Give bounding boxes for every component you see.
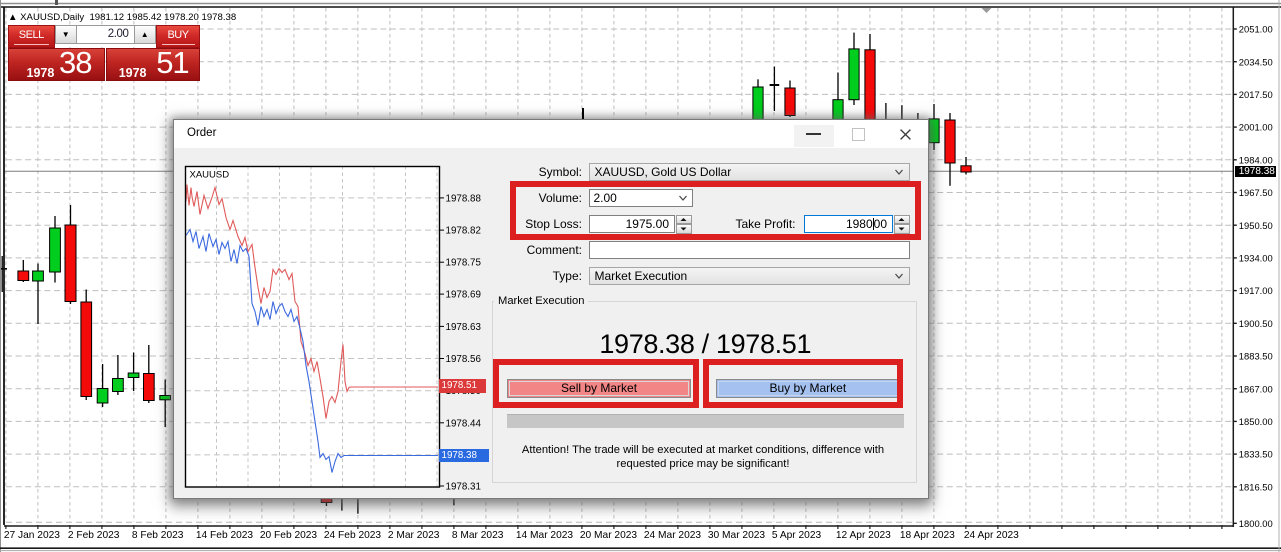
svg-text:1978.69: 1978.69 [446,289,481,300]
svg-text:12 Apr 2023: 12 Apr 2023 [836,530,891,541]
svg-text:8 Feb 2023: 8 Feb 2023 [132,530,184,541]
svg-text:1800.00: 1800.00 [1239,518,1273,529]
svg-text:14 Feb 2023: 14 Feb 2023 [196,530,254,541]
svg-text:1978.56: 1978.56 [446,354,482,365]
svg-text:24 Apr 2023: 24 Apr 2023 [964,530,1019,541]
svg-text:1984.00: 1984.00 [1239,154,1273,165]
svg-text:2034.50: 2034.50 [1239,56,1273,67]
svg-text:1978.31: 1978.31 [446,481,481,492]
svg-text:1850.00: 1850.00 [1239,416,1273,427]
svg-text:1833.50: 1833.50 [1239,449,1273,460]
svg-text:2051.00: 2051.00 [1239,24,1273,35]
svg-text:1967.50: 1967.50 [1239,187,1273,198]
svg-text:1978.63: 1978.63 [446,321,482,332]
svg-text:20 Mar 2023: 20 Mar 2023 [580,530,638,541]
svg-text:1816.50: 1816.50 [1239,481,1273,492]
svg-text:1934.00: 1934.00 [1239,253,1273,264]
svg-text:1978.44: 1978.44 [446,418,482,429]
svg-text:20 Feb 2023: 20 Feb 2023 [260,530,318,541]
svg-text:2017.50: 2017.50 [1239,89,1273,100]
svg-text:2 Mar 2023: 2 Mar 2023 [388,530,440,541]
svg-text:27 Jan 2023: 27 Jan 2023 [4,530,60,541]
svg-text:1917.00: 1917.00 [1239,285,1273,296]
svg-text:XAUUSD: XAUUSD [190,169,230,180]
svg-text:14 Mar 2023: 14 Mar 2023 [516,530,574,541]
svg-text:2001.00: 2001.00 [1239,122,1273,133]
svg-text:8 Mar 2023: 8 Mar 2023 [452,530,504,541]
svg-text:24 Feb 2023: 24 Feb 2023 [324,530,382,541]
svg-text:24 Mar 2023: 24 Mar 2023 [644,530,702,541]
svg-text:1950.50: 1950.50 [1239,220,1273,231]
svg-text:2 Feb 2023: 2 Feb 2023 [68,530,120,541]
svg-text:30 Mar 2023: 30 Mar 2023 [708,530,766,541]
svg-text:18 Apr 2023: 18 Apr 2023 [900,530,955,541]
svg-text:1867.00: 1867.00 [1239,383,1273,394]
svg-text:5 Apr 2023: 5 Apr 2023 [772,530,822,541]
svg-text:1900.50: 1900.50 [1239,318,1273,329]
svg-text:1883.50: 1883.50 [1239,351,1273,362]
